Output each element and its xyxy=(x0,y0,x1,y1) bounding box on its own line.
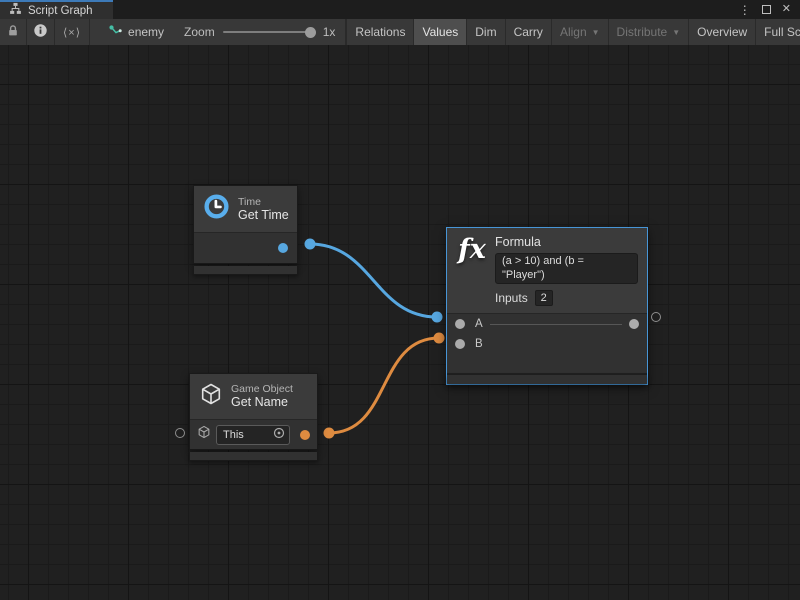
graph-breadcrumb[interactable]: enemy xyxy=(90,19,174,45)
node-footer xyxy=(447,375,647,384)
formula-header: fx Formula (a > 10) and (b = "Player") I… xyxy=(447,228,647,314)
formula-output-hollow-port[interactable] xyxy=(651,312,661,322)
zoom-control: Zoom 1x xyxy=(174,19,346,45)
node-title: Get Name xyxy=(231,395,293,410)
port-label: A xyxy=(475,318,483,330)
tab-bar: Script Graph ⋮ ✕ xyxy=(0,0,800,19)
distribute-button[interactable]: Distribute ▼ xyxy=(608,19,689,45)
get-name-input-hollow-port[interactable] xyxy=(175,428,185,438)
relations-button[interactable]: Relations xyxy=(346,19,413,45)
code-preview-button[interactable]: ⟨×⟩ xyxy=(55,19,90,45)
zoom-value: 1x xyxy=(323,25,336,39)
toolbar-buttons: Relations Values Dim Carry Align ▼ Distr… xyxy=(346,19,800,45)
dim-button[interactable]: Dim xyxy=(466,19,504,45)
node-get-name[interactable]: Game Object Get Name This xyxy=(189,373,318,461)
script-graph-window: Script Graph ⋮ ✕ ⟨×⟩ enemy xyxy=(0,0,800,600)
object-picker-icon[interactable] xyxy=(273,426,285,444)
graph-name: enemy xyxy=(128,25,164,39)
relation-line xyxy=(490,324,622,325)
maximize-icon[interactable] xyxy=(762,5,771,14)
graph-canvas[interactable] xyxy=(0,45,800,600)
node-category: Time xyxy=(238,196,289,208)
zoom-slider-handle[interactable] xyxy=(305,27,316,38)
align-button[interactable]: Align ▼ xyxy=(551,19,608,45)
tab-script-graph[interactable]: Script Graph xyxy=(0,0,113,19)
inputs-label: Inputs xyxy=(495,291,528,305)
port-row-b: B xyxy=(447,334,647,354)
fx-icon: fx xyxy=(456,235,488,306)
inputs-count-field[interactable]: 2 xyxy=(535,290,553,306)
node-get-time[interactable]: Time Get Time xyxy=(193,185,298,275)
port-row-a: A xyxy=(447,314,647,334)
zoom-label: Zoom xyxy=(184,25,215,39)
window-menu-icon[interactable]: ⋮ xyxy=(739,4,751,16)
code-icon: ⟨×⟩ xyxy=(63,26,81,39)
carry-button[interactable]: Carry xyxy=(505,19,551,45)
target-value: This xyxy=(223,429,273,441)
info-button[interactable] xyxy=(27,19,55,45)
lock-icon xyxy=(6,24,20,41)
node-title: Get Time xyxy=(238,208,289,223)
overview-button[interactable]: Overview xyxy=(688,19,755,45)
get-time-header: Time Get Time xyxy=(194,186,297,233)
target-object-field[interactable]: This xyxy=(216,425,290,445)
values-button[interactable]: Values xyxy=(413,19,466,45)
get-name-output-port[interactable] xyxy=(300,430,310,440)
distribute-label: Distribute xyxy=(617,25,668,39)
node-formula[interactable]: fx Formula (a > 10) and (b = "Player") I… xyxy=(446,227,648,385)
tab-title: Script Graph xyxy=(28,5,93,17)
get-name-header: Game Object Get Name xyxy=(190,374,317,420)
formula-expression-input[interactable]: (a > 10) and (b = "Player") xyxy=(495,253,638,284)
formula-output-port[interactable] xyxy=(629,319,639,329)
graph-ref-icon xyxy=(108,24,122,41)
info-icon xyxy=(33,23,48,41)
clock-icon xyxy=(203,193,230,225)
distribute-caret-icon: ▼ xyxy=(672,28,680,37)
lock-button[interactable] xyxy=(0,19,27,45)
hierarchy-icon xyxy=(9,2,22,20)
node-title: Formula xyxy=(495,235,638,249)
align-label: Align xyxy=(560,25,587,39)
zoom-slider[interactable] xyxy=(223,31,315,33)
expression-line: "Player") xyxy=(502,269,631,283)
align-caret-icon: ▼ xyxy=(592,28,600,37)
small-cube-icon xyxy=(197,425,211,444)
cube-icon xyxy=(199,381,223,412)
fullscreen-button[interactable]: Full Screen xyxy=(755,19,800,45)
formula-input-port-a[interactable] xyxy=(455,319,465,329)
expression-line: (a > 10) and (b = xyxy=(502,255,631,269)
node-category: Game Object xyxy=(231,383,293,395)
close-icon[interactable]: ✕ xyxy=(782,4,791,15)
graph-toolbar: ⟨×⟩ enemy Zoom 1x Relations Values Dim C… xyxy=(0,19,800,45)
window-controls: ⋮ ✕ xyxy=(739,0,800,19)
node-footer xyxy=(189,452,318,461)
port-label: B xyxy=(475,338,483,350)
node-footer xyxy=(193,266,298,275)
get-time-output-port[interactable] xyxy=(278,243,288,253)
formula-input-port-b[interactable] xyxy=(455,339,465,349)
